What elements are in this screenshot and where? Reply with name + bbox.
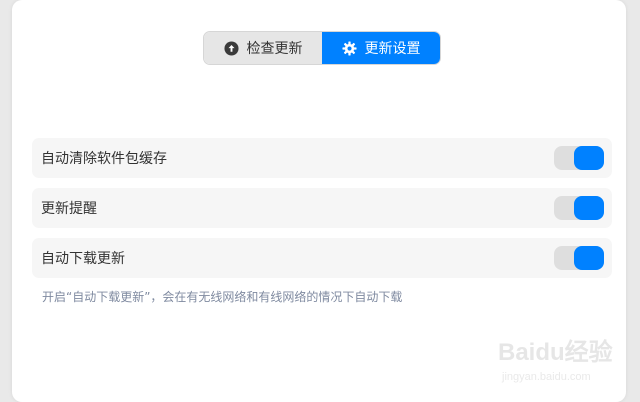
auto-clear-cache-toggle[interactable] xyxy=(554,146,604,170)
watermark-brand: Baidu经验 xyxy=(498,338,613,366)
tab-update-settings-label: 更新设置 xyxy=(364,41,421,57)
arrow-up-circle-icon xyxy=(223,40,239,56)
toggle-knob xyxy=(574,196,604,220)
setting-row-auto-clear-cache: 自动清除软件包缓存 xyxy=(32,138,612,178)
toggle-knob xyxy=(574,146,604,170)
watermark-url: jingyan.baidu.com xyxy=(501,371,591,383)
setting-row-auto-download: 自动下载更新 xyxy=(32,238,612,278)
setting-label: 更新提醒 xyxy=(41,201,97,217)
update-settings-panel: 检查更新 更新设置 自动清除软件包缓存 更新提醒 自动下载更新 开启“自动下载更… xyxy=(12,0,626,402)
baidu-jingyan-watermark: Baidu经验 jingyan.baidu.com xyxy=(498,338,613,383)
setting-label: 自动下载更新 xyxy=(41,251,125,267)
tab-check-update-label: 检查更新 xyxy=(246,41,303,57)
tab-check-update[interactable]: 检查更新 xyxy=(204,32,322,64)
setting-label: 自动清除软件包缓存 xyxy=(41,151,167,167)
toggle-knob xyxy=(574,246,604,270)
tab-update-settings[interactable]: 更新设置 xyxy=(322,32,440,64)
gear-icon xyxy=(341,40,357,56)
update-tab-switcher: 检查更新 更新设置 xyxy=(203,31,441,65)
setting-row-update-reminder: 更新提醒 xyxy=(32,188,612,228)
auto-download-hint: 开启“自动下载更新”，会在有无线网络和有线网络的情况下自动下载 xyxy=(42,290,403,304)
update-reminder-toggle[interactable] xyxy=(554,196,604,220)
auto-download-toggle[interactable] xyxy=(554,246,604,270)
